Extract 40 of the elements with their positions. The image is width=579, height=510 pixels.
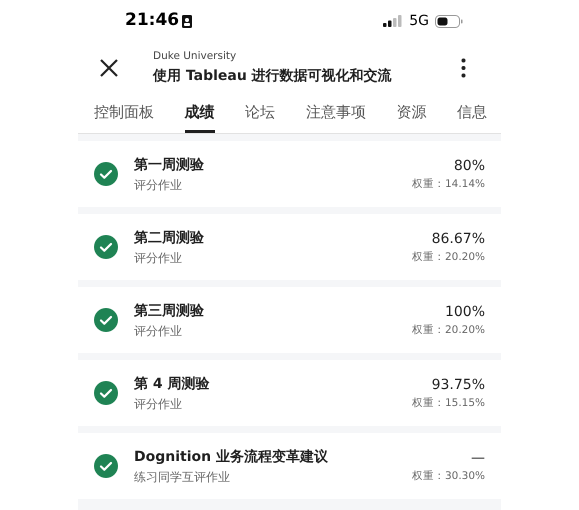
assignment-title: Dognition 业务流程变革建议 <box>134 448 329 466</box>
course-title: 使用 Tableau 进行数据可视化和交流 <box>153 66 393 86</box>
assignment-weight: 权重：15.15% <box>412 396 485 411</box>
tab[interactable]: 注意事项 <box>306 94 366 133</box>
course-university: Duke University <box>153 48 238 64</box>
close-button[interactable] <box>98 57 120 79</box>
assignment-weight: 权重：30.30% <box>412 468 485 484</box>
assignment-type: 评分作业 <box>134 250 183 266</box>
assignment-card[interactable]: 第三周测验 评分作业 100% 权重：20.20% <box>78 287 501 353</box>
assignment-score: 80% <box>454 156 485 176</box>
assignment-weight: 权重：14.14% <box>412 176 485 192</box>
assignment-card[interactable]: 第一周测验 评分作业 80% 权重：14.14% <box>78 141 501 207</box>
tab[interactable]: 成绩 <box>184 94 215 133</box>
assignment-type: 练习同学互评作业 <box>134 468 231 486</box>
tab[interactable]: 信息 <box>456 94 487 133</box>
assignment-score: 93.75% <box>432 376 485 395</box>
more-button[interactable] <box>459 57 467 79</box>
assignment-weight: 权重：20.20% <box>412 322 485 338</box>
assignment-card[interactable]: Dognition 业务流程变革建议 练习同学互评作业 — 权重：30.30% <box>78 433 501 499</box>
battery-icon <box>435 14 463 28</box>
assignment-title: 第 4 周测验 <box>134 374 210 394</box>
assignment-title: 第二周测验 <box>134 228 205 248</box>
tab[interactable]: 论坛 <box>245 94 276 133</box>
assignment-card[interactable]: 第 4 周测验 评分作业 93.75% 权重：15.15% <box>78 360 501 426</box>
tab[interactable]: 控制面板 <box>94 94 154 133</box>
status-time: 21:46 <box>125 9 180 32</box>
assignment-card[interactable]: 第二周测验 评分作业 86.67% 权重：20.20% <box>78 214 501 280</box>
tab[interactable]: 资源 <box>396 94 426 133</box>
assignment-type: 评分作业 <box>134 176 183 194</box>
contact-icon <box>182 14 192 28</box>
assignment-score: 86.67% <box>432 230 485 249</box>
assignment-score: — <box>471 448 485 468</box>
network-label: 5G <box>409 12 429 30</box>
assignment-type: 评分作业 <box>134 396 183 412</box>
assignment-title: 第三周测验 <box>134 302 205 320</box>
assignment-title: 第一周测验 <box>134 156 205 174</box>
assignment-type: 评分作业 <box>134 322 183 340</box>
assignment-weight: 权重：20.20% <box>412 250 485 265</box>
assignment-score: 100% <box>444 302 485 322</box>
signal-icon <box>383 15 404 27</box>
